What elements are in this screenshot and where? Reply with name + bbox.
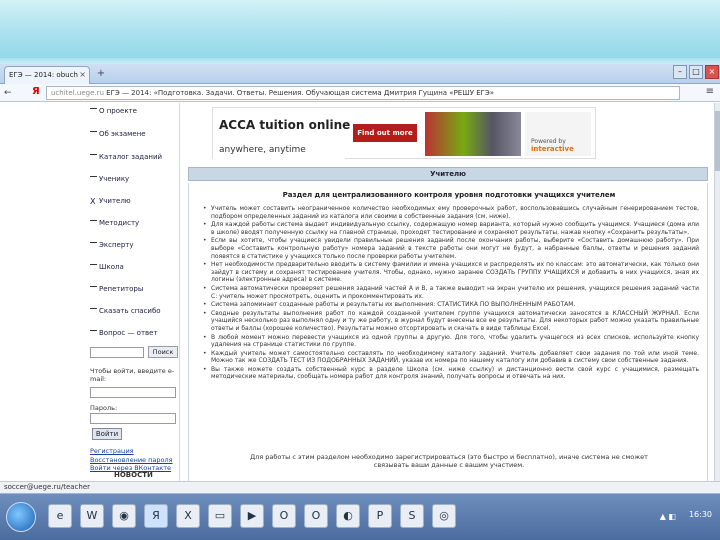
ad-photo — [425, 112, 521, 156]
word-icon[interactable]: W — [80, 504, 104, 528]
chrome-icon[interactable]: ◉ — [112, 504, 136, 528]
vertical-scrollbar[interactable] — [714, 103, 720, 481]
search-button[interactable]: Поиск — [148, 346, 178, 358]
list-item: Если вы хотите, чтобы учащиеся увидели п… — [203, 237, 699, 260]
yandex-logo-icon[interactable]: Я — [32, 86, 40, 97]
tray-icons[interactable]: ▲ ◧ — [660, 512, 676, 521]
password-label: Пароль: — [90, 404, 118, 412]
powerpoint-icon[interactable]: P — [368, 504, 392, 528]
sidebar-item-student[interactable]: Ученику — [90, 175, 129, 183]
ad-banner[interactable]: ACCA tuition online anywhere, anytime Fi… — [212, 107, 596, 160]
list-item: Вы также можете создать собственный курс… — [203, 366, 699, 381]
sidebar-item-methodist[interactable]: Методисту — [90, 219, 139, 227]
browser-icon[interactable]: ◎ — [432, 504, 456, 528]
sidebar: О проекте Об экзамене Каталог заданий Уч… — [88, 103, 180, 481]
checkbox-icon — [90, 263, 97, 271]
checkbox-icon — [90, 175, 97, 183]
restore-password-link[interactable]: Восстановление пароля — [90, 456, 173, 464]
taskbar: e W ◉ Я X ▭ ▶ O O ◐ P S ◎ ▲ ◧ 16:30 — [0, 493, 720, 540]
browser-window: ЕГЭ — 2014: obuch × + – □ × ← Я uchitel.… — [0, 64, 720, 540]
checkbox-icon — [90, 329, 97, 337]
sidebar-item-thanks[interactable]: Сказать спасибо — [90, 307, 161, 315]
tab-title: ЕГЭ — 2014: obuch — [9, 71, 78, 79]
sidebar-item-school[interactable]: Школа — [90, 263, 124, 271]
sidebar-item-about[interactable]: О проекте — [90, 107, 137, 115]
list-item: Нет необходимости предварительно вводить… — [203, 261, 699, 284]
url-title: ЕГЭ — 2014: «Подготовка. Задачи. Ответы.… — [106, 89, 495, 97]
register-note: Для работы с этим разделом необходимо за… — [250, 453, 648, 469]
list-item: Учитель может составить неограниченное к… — [203, 205, 699, 220]
login-prompt: Чтобы войти, введите e-mail: — [90, 367, 175, 383]
list-item: В любой момент можно перевести учащихся … — [203, 334, 699, 349]
sidebar-item-catalog[interactable]: Каталог заданий — [90, 153, 162, 161]
login-button[interactable]: Войти — [92, 428, 122, 440]
main-panel: Раздел для централизованного контроля ур… — [188, 183, 708, 481]
close-window-button[interactable]: × — [705, 65, 719, 79]
email-field[interactable] — [90, 387, 176, 398]
checkbox-icon — [90, 285, 97, 293]
checkbox-icon — [90, 107, 97, 115]
url-host: uchitel.uege.ru — [51, 89, 104, 97]
sidebar-item-expert[interactable]: Эксперту — [90, 241, 134, 249]
skype-icon[interactable]: S — [400, 504, 424, 528]
sidebar-item-exam[interactable]: Об экзамене — [90, 130, 146, 138]
clock[interactable]: 16:30 — [689, 510, 712, 519]
scrollbar-thumb[interactable] — [715, 111, 720, 171]
search-input[interactable] — [90, 347, 144, 358]
checkbox-icon — [90, 153, 97, 161]
menu-icon[interactable]: ≡ — [706, 86, 714, 97]
checkbox-icon — [90, 219, 97, 227]
opera-icon[interactable]: O — [304, 504, 328, 528]
list-item: Система автоматически проверяет решения … — [203, 285, 699, 300]
status-bar: soccer@uege.ru/teacher — [0, 481, 720, 493]
new-tab-button[interactable]: + — [94, 67, 108, 81]
maximize-button[interactable]: □ — [689, 65, 703, 79]
url-field[interactable]: uchitel.uege.ru ЕГЭ — 2014: «Подготовка.… — [46, 86, 680, 100]
list-item: Система запоминает созданные работы и ре… — [203, 301, 699, 309]
ad-text-block: ACCA tuition online anywhere, anytime — [213, 108, 350, 160]
browser-tab[interactable]: ЕГЭ — 2014: obuch × — [4, 66, 90, 84]
ad-tagline: anywhere, anytime — [219, 145, 306, 155]
ad-brand: ACCA tuition online — [219, 118, 351, 132]
window-controls: – □ × — [672, 64, 720, 80]
address-bar: ← Я uchitel.uege.ru ЕГЭ — 2014: «Подгото… — [0, 84, 720, 102]
firefox-icon[interactable]: ◐ — [336, 504, 360, 528]
feature-list: Учитель может составить неограниченное к… — [203, 205, 699, 382]
sidebar-item-tutors[interactable]: Репетиторы — [90, 285, 143, 293]
media-icon[interactable]: ▶ — [240, 504, 264, 528]
ad-powered-by: Powered by — [531, 138, 566, 145]
checkbox-icon — [90, 241, 97, 249]
outlook-icon[interactable]: O — [272, 504, 296, 528]
list-item: Каждый учитель может самостоятельно сост… — [203, 350, 699, 365]
tab-bar: ЕГЭ — 2014: obuch × + – □ × — [0, 64, 720, 84]
sidebar-item-teacher[interactable]: X Учителю — [90, 197, 131, 205]
checkbox-icon — [90, 130, 97, 138]
section-header: Учителю — [188, 167, 708, 181]
register-link[interactable]: Регистрация — [90, 447, 134, 455]
tab-close-icon[interactable]: × — [79, 70, 86, 79]
yandex-icon[interactable]: Я — [144, 504, 168, 528]
back-arrow-icon[interactable]: ← — [4, 87, 12, 99]
x-mark-icon: X — [90, 196, 96, 206]
page-content: О проекте Об экзамене Каталог заданий Уч… — [0, 103, 716, 481]
password-field[interactable] — [90, 413, 176, 424]
excel-icon[interactable]: X — [176, 504, 200, 528]
news-heading: НОВОСТИ — [114, 471, 153, 479]
slide-banner — [0, 0, 720, 64]
ie-icon[interactable]: e — [48, 504, 72, 528]
ad-partner: interactive — [531, 145, 574, 153]
start-button[interactable] — [6, 502, 36, 532]
sidebar-item-faq[interactable]: Вопрос — ответ — [90, 329, 158, 337]
list-item: Сводные результаты выполнения работ по к… — [203, 310, 699, 333]
folder-icon[interactable]: ▭ — [208, 504, 232, 528]
page-title: Раздел для централизованного контроля ур… — [282, 191, 616, 199]
minimize-button[interactable]: – — [673, 65, 687, 79]
checkbox-icon — [90, 307, 97, 315]
list-item: Для каждой работы система выдает индивид… — [203, 221, 699, 236]
find-out-more-button[interactable]: Find out more — [353, 124, 417, 142]
